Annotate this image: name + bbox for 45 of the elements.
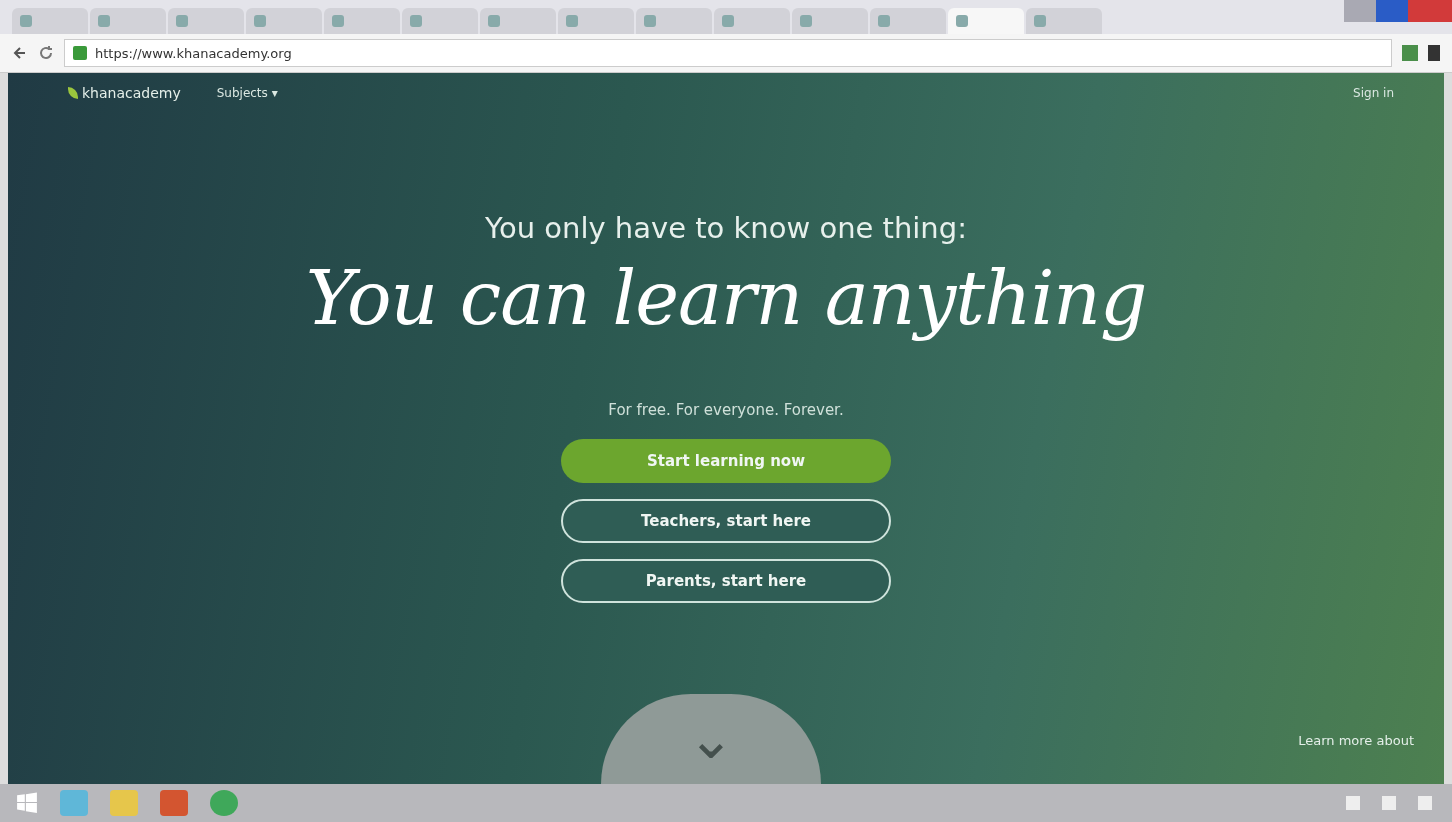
browser-tab[interactable]: [90, 8, 166, 34]
start-here-button[interactable]: Teachers, start here: [561, 499, 891, 543]
favicon-icon: [488, 15, 500, 27]
browser-tab[interactable]: [714, 8, 790, 34]
hero-subtitle: You only have to know one thing:: [485, 211, 967, 245]
favicon-icon: [566, 15, 578, 27]
subjects-menu[interactable]: Subjects ▾: [216, 86, 278, 100]
tagline: For free. For everyone. Forever.: [608, 401, 844, 419]
back-arrow-icon[interactable]: [12, 45, 28, 61]
favicon-icon: [176, 15, 188, 27]
close-icon[interactable]: [1408, 0, 1452, 22]
browser-tab[interactable]: [558, 8, 634, 34]
browser-tab[interactable]: [168, 8, 244, 34]
favicon-icon: [1034, 15, 1046, 27]
favicon-icon: [956, 15, 968, 27]
browser-tab[interactable]: [792, 8, 868, 34]
browser-tab[interactable]: [246, 8, 322, 34]
favicon-icon: [98, 15, 110, 27]
learn-more-link[interactable]: Learn more about: [1298, 733, 1414, 748]
browser-tab[interactable]: [636, 8, 712, 34]
favicon-icon: [254, 15, 266, 27]
favicon-icon: [800, 15, 812, 27]
browser-tab[interactable]: [480, 8, 556, 34]
favicon-icon: [722, 15, 734, 27]
favicon-icon: [332, 15, 344, 27]
hero-headline: You can learn anything: [305, 255, 1147, 341]
favicon-icon: [20, 15, 32, 27]
windows-icon[interactable]: [16, 792, 38, 814]
sign-in-link[interactable]: Sign in: [1353, 86, 1394, 100]
favicon-icon: [644, 15, 656, 27]
browser-tab[interactable]: [948, 8, 1024, 34]
favicon-icon: [410, 15, 422, 27]
browser-tab[interactable]: [1026, 8, 1102, 34]
start-here-button[interactable]: Parents, start here: [561, 559, 891, 603]
leaf-icon: [68, 87, 78, 99]
address-field[interactable]: https://www.khanacademy.org: [64, 39, 1392, 67]
reload-icon[interactable]: [38, 45, 54, 61]
site-logo[interactable]: khanacademy: [68, 85, 181, 101]
maximize-icon[interactable]: [1376, 0, 1408, 22]
minimize-icon[interactable]: [1344, 0, 1376, 22]
favicon-icon: [878, 15, 890, 27]
browser-tab[interactable]: [12, 8, 88, 34]
browser-tab[interactable]: [870, 8, 946, 34]
browser-tab[interactable]: [402, 8, 478, 34]
browser-tab[interactable]: [324, 8, 400, 34]
